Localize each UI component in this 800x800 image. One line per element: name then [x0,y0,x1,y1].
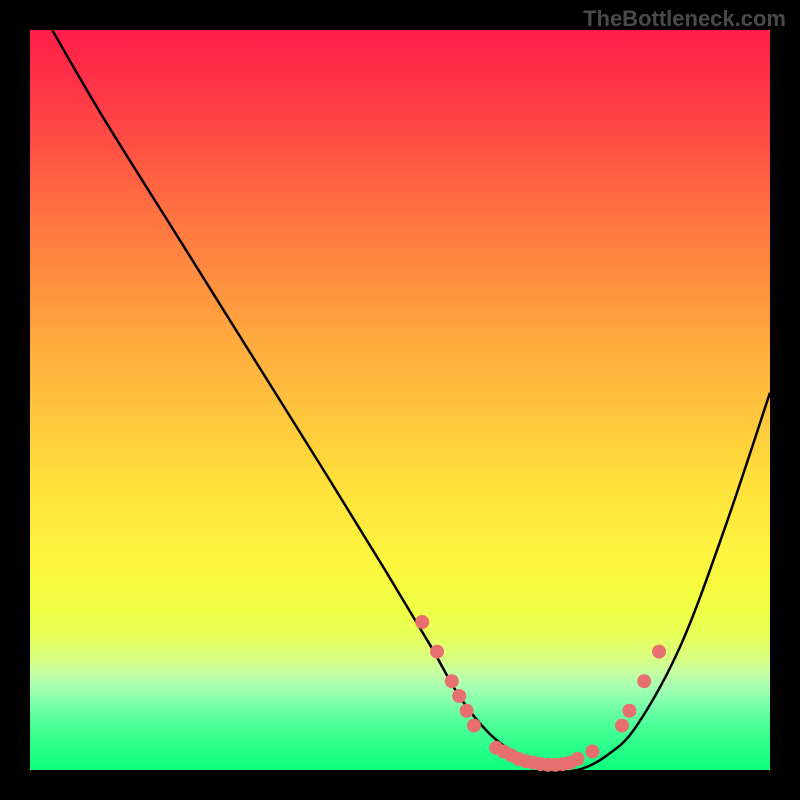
chart-plot-area [30,30,770,770]
data-marker [415,615,429,629]
data-marker [622,704,636,718]
data-marker [615,719,629,733]
data-marker [652,645,666,659]
data-marker [460,704,474,718]
chart-svg [30,30,770,770]
bottleneck-curve-path [52,30,770,772]
data-marker [452,689,466,703]
data-marker [467,719,481,733]
data-marker [585,745,599,759]
data-marker [445,674,459,688]
data-marker [430,645,444,659]
marker-group [415,615,666,772]
data-marker [571,752,585,766]
watermark-text: TheBottleneck.com [583,6,786,32]
data-marker [637,674,651,688]
